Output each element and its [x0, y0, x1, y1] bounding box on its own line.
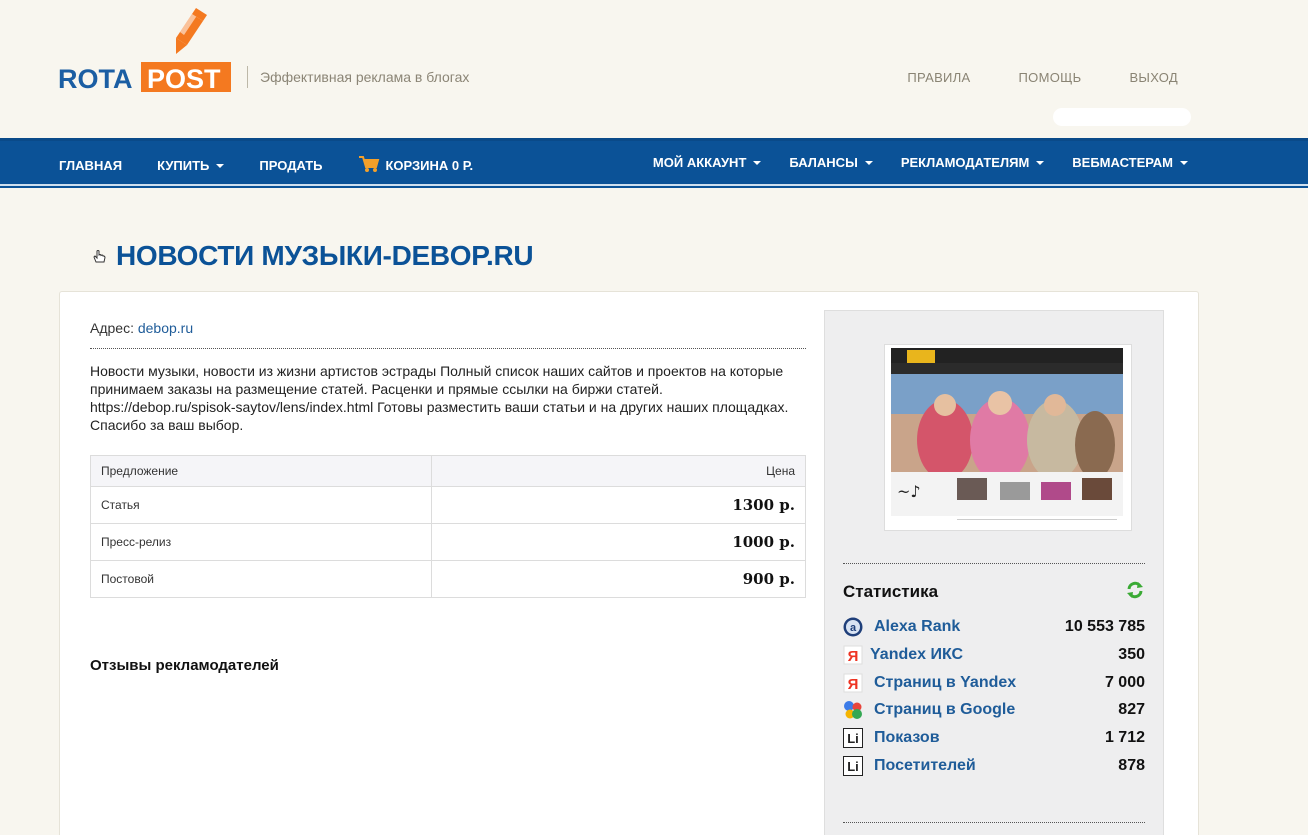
nav-webmasters-label: ВЕБМАСТЕРАМ — [1072, 155, 1173, 170]
table-row[interactable]: Постовой 900 р. — [90, 560, 806, 598]
offer-name: Статья — [90, 486, 432, 524]
nav-my-account-label: МОЙ АККАУНТ — [652, 155, 747, 170]
cart-icon — [358, 155, 380, 176]
offer-name: Постовой — [90, 560, 432, 598]
reviews-title: Отзывы рекламодателей — [90, 657, 279, 674]
svg-text:Li: Li — [847, 759, 859, 774]
nav-balances-label: БАЛАНСЫ — [789, 155, 858, 170]
stat-row-google-pages: Страниц в Google 827 — [843, 699, 1145, 721]
logo-text-rota: ROTA — [58, 64, 133, 94]
stat-row-yandex-pages: Я Страниц в Yandex 7 000 — [843, 672, 1145, 694]
nav-buy-label: КУПИТЬ — [157, 158, 210, 173]
nav-home[interactable]: ГЛАВНАЯ — [59, 158, 122, 173]
stat-row-visitors: Li Посетителей 878 — [843, 755, 1145, 777]
site-header: ROTA POST Эффективная реклама в блогах П… — [0, 0, 1308, 138]
yandex-icon: Я — [843, 645, 863, 665]
stat-label[interactable]: Посетителей — [874, 757, 1118, 775]
stat-label[interactable]: Показов — [874, 729, 1105, 747]
svg-text:Li: Li — [847, 731, 859, 746]
stat-value: 7 000 — [1104, 674, 1145, 691]
liveinternet-icon: Li — [843, 756, 863, 776]
chevron-down-icon — [1180, 161, 1188, 165]
stat-value: 827 — [1118, 701, 1145, 718]
nav-webmasters[interactable]: ВЕБМАСТЕРАМ — [1072, 155, 1188, 170]
search-input[interactable] — [1053, 108, 1191, 126]
stat-value: 350 — [1118, 646, 1145, 663]
stat-value: 10 553 785 — [1064, 618, 1145, 635]
hand-pointer-icon — [91, 248, 107, 264]
offer-name: Пресс-релиз — [90, 523, 432, 561]
refresh-icon[interactable] — [1126, 581, 1144, 599]
alexa-icon: a — [843, 617, 863, 637]
tagline: Эффективная реклама в блогах — [260, 69, 470, 85]
nav-sell[interactable]: ПРОДАТЬ — [259, 158, 322, 173]
offer-price: 900 р. — [431, 560, 806, 598]
logo-divider — [247, 66, 248, 88]
stat-label[interactable]: Страниц в Yandex — [874, 674, 1105, 692]
chevron-down-icon — [753, 161, 762, 165]
nav-cart-label: КОРЗИНА 0 Р. — [385, 158, 474, 173]
stats-title: Статистика — [843, 582, 939, 601]
page-title-wrap: НОВОСТИ МУЗЫКИ-DEBOP.RU — [91, 240, 534, 272]
header-offer: Предложение — [90, 455, 432, 487]
stat-label[interactable]: Страниц в Google — [874, 701, 1118, 719]
rotapost-logo[interactable]: ROTA POST — [58, 4, 233, 94]
address-link[interactable]: debop.ru — [138, 320, 193, 336]
stat-label[interactable]: Alexa Rank — [874, 618, 1065, 636]
nav-my-account[interactable]: МОЙ АККАУНТ — [652, 155, 762, 170]
nav-sell-label: ПРОДАТЬ — [259, 158, 323, 173]
page-title: НОВОСТИ МУЗЫКИ-DEBOP.RU — [116, 240, 534, 271]
svg-text:a: a — [850, 622, 857, 634]
table-header-row: Предложение Цена — [90, 455, 806, 487]
header-price: Цена — [431, 455, 806, 487]
divider — [90, 348, 806, 349]
divider — [843, 822, 1145, 823]
liveinternet-icon: Li — [843, 728, 863, 748]
site-address: Адрес: debop.ru — [90, 320, 193, 336]
stat-value: 1 712 — [1104, 729, 1145, 746]
svg-text:Я: Я — [848, 676, 859, 693]
divider — [843, 563, 1145, 564]
site-screenshot[interactable]: ~♪ — [884, 344, 1132, 531]
offer-price: 1300 р. — [431, 486, 806, 524]
nav-balances[interactable]: БАЛАНСЫ — [789, 155, 873, 170]
nav-buy[interactable]: КУПИТЬ — [157, 158, 225, 173]
rules-link[interactable]: ПРАВИЛА — [907, 70, 970, 85]
nav-advertisers[interactable]: РЕКЛАМОДАТЕЛЯМ — [900, 155, 1045, 170]
top-links: ПРАВИЛА ПОМОЩЬ ВЫХОД — [907, 70, 1178, 85]
google-icon — [843, 700, 863, 720]
address-label: Адрес: — [90, 320, 134, 336]
nav-left: ГЛАВНАЯ КУПИТЬ ПРОДАТЬ КОРЗИНА 0 Р. — [59, 155, 473, 176]
main-navbar: ГЛАВНАЯ КУПИТЬ ПРОДАТЬ КОРЗИНА 0 Р. МОЙ … — [0, 138, 1308, 188]
logo-text-post: POST — [147, 64, 221, 94]
stat-label[interactable]: Yandex ИКС — [870, 646, 1118, 664]
chevron-down-icon — [216, 164, 225, 168]
svg-text:Я: Я — [848, 648, 859, 665]
nav-home-label: ГЛАВНАЯ — [59, 158, 123, 173]
stat-value: 878 — [1118, 757, 1145, 774]
nav-right: МОЙ АККАУНТ БАЛАНСЫ РЕКЛАМОДАТЕЛЯМ ВЕБМА… — [653, 155, 1188, 170]
site-description: Новости музыки, новости из жизни артисто… — [90, 363, 789, 433]
table-row[interactable]: Статья 1300 р. — [90, 486, 806, 524]
logout-link[interactable]: ВЫХОД — [1129, 70, 1178, 85]
stat-row-alexa: a Alexa Rank 10 553 785 — [843, 616, 1145, 638]
chevron-down-icon — [864, 161, 873, 165]
svg-text:~♪: ~♪ — [897, 482, 921, 501]
offers-table: Предложение Цена Статья 1300 р. Пресс-ре… — [90, 455, 806, 598]
nav-cart[interactable]: КОРЗИНА 0 Р. — [358, 155, 473, 176]
yandex-icon: Я — [843, 673, 863, 693]
nav-advertisers-label: РЕКЛАМОДАТЕЛЯМ — [900, 155, 1030, 170]
table-row[interactable]: Пресс-релиз 1000 р. — [90, 523, 806, 561]
stat-row-views: Li Показов 1 712 — [843, 727, 1145, 749]
stat-row-yandex-iks: Я Yandex ИКС 350 — [843, 644, 1145, 666]
chevron-down-icon — [1036, 161, 1045, 165]
help-link[interactable]: ПОМОЩЬ — [1019, 70, 1082, 85]
offer-price: 1000 р. — [431, 523, 806, 561]
